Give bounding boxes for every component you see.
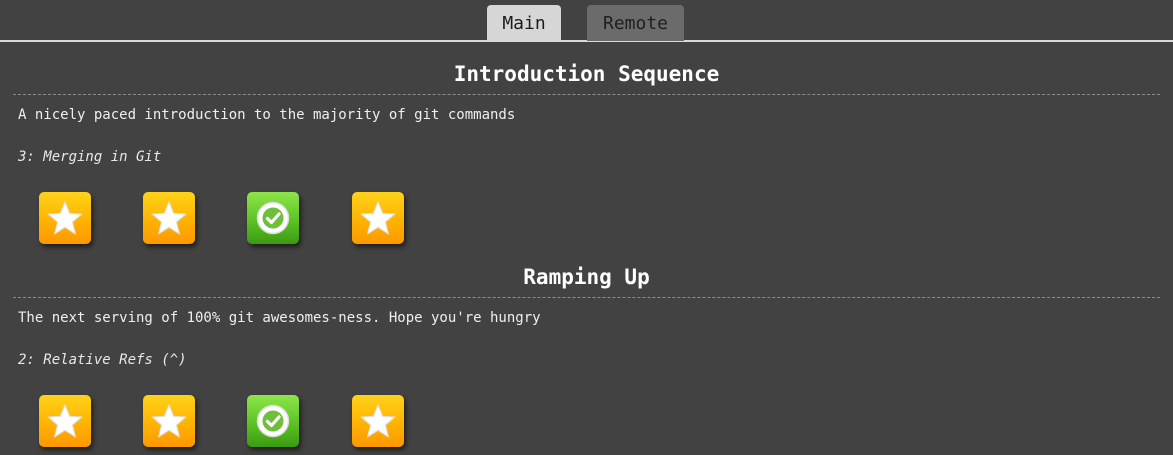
star-icon	[151, 201, 187, 235]
tab-remote[interactable]: Remote	[587, 5, 684, 41]
section-divider	[13, 297, 1160, 298]
star-icon	[151, 404, 187, 438]
section-description: A nicely paced introduction to the major…	[18, 107, 516, 123]
level-button-4[interactable]	[352, 395, 404, 447]
current-level-label: 2: Relative Refs (^)	[18, 352, 187, 368]
star-icon	[47, 201, 83, 235]
level-sequence-ramping-up: Ramping Up The next serving of 100% git …	[0, 261, 1173, 447]
checkmark-icon	[256, 201, 290, 235]
tab-bar: Main Remote	[0, 0, 1173, 42]
level-button-1[interactable]	[39, 395, 91, 447]
section-title: Introduction Sequence	[453, 62, 720, 86]
star-icon	[47, 404, 83, 438]
section-description: The next serving of 100% git awesomes-ne…	[18, 310, 541, 326]
level-sequence-introduction: Introduction Sequence A nicely paced int…	[0, 58, 1173, 244]
level-button-3[interactable]	[247, 192, 299, 244]
current-level-label: 3: Merging in Git	[18, 149, 162, 165]
level-button-2[interactable]	[143, 395, 195, 447]
level-button-4[interactable]	[352, 192, 404, 244]
star-icon	[360, 201, 396, 235]
tab-main[interactable]: Main	[487, 5, 561, 41]
level-button-1[interactable]	[39, 192, 91, 244]
star-icon	[360, 404, 396, 438]
section-divider	[13, 94, 1160, 95]
checkmark-icon	[256, 404, 290, 438]
section-title: Ramping Up	[523, 265, 650, 289]
level-button-2[interactable]	[143, 192, 195, 244]
level-button-3[interactable]	[247, 395, 299, 447]
